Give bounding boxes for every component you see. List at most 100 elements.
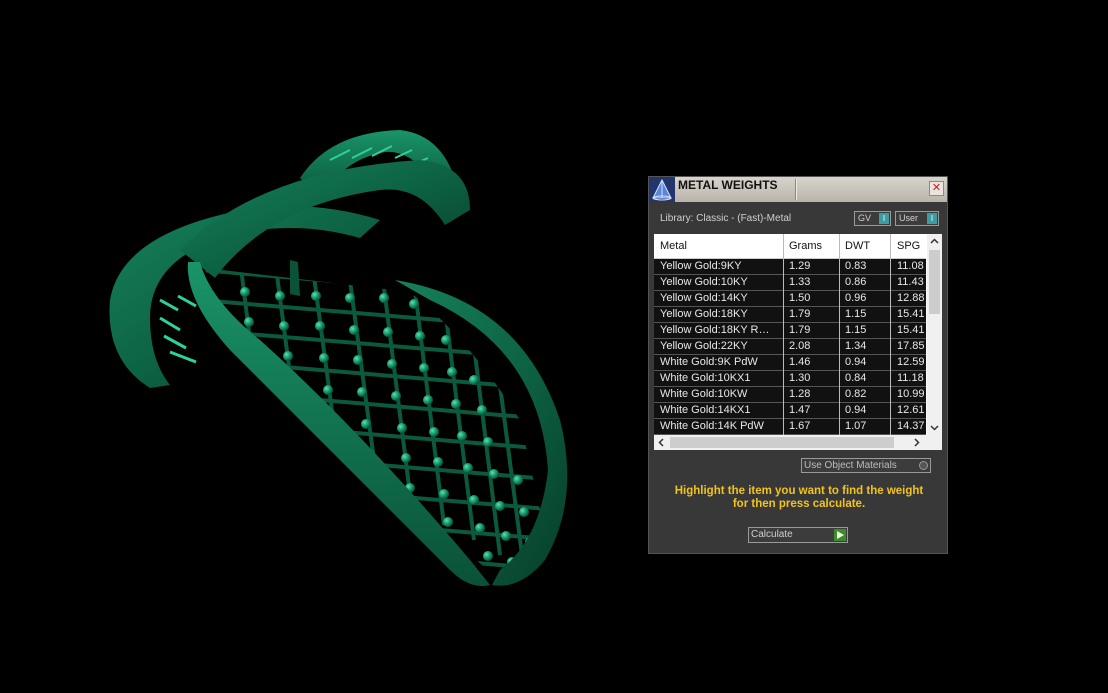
cell-grams: 1.30 <box>789 372 811 384</box>
cell-dwt: 1.34 <box>845 340 867 352</box>
table-row[interactable]: Yellow Gold:18KY R… 1.79 1.15 15.41 <box>654 323 926 339</box>
cell-grams: 1.46 <box>789 356 811 368</box>
cell-grams: 1.79 <box>789 324 811 336</box>
user-toggle[interactable]: User I <box>895 211 939 226</box>
metal-weights-panel: METAL WEIGHTS ✕ Library: Classic - (Fast… <box>648 176 948 554</box>
cell-spg: 15.41 <box>897 308 925 320</box>
table-header: Metal Grams DWT SPG <box>654 234 926 259</box>
cell-spg: 12.59 <box>897 356 925 368</box>
column-header-spg[interactable]: SPG <box>897 240 920 252</box>
cell-dwt: 0.96 <box>845 292 867 304</box>
cell-grams: 1.67 <box>789 420 811 432</box>
cell-grams: 1.33 <box>789 276 811 288</box>
user-toggle-label: User <box>899 213 919 223</box>
column-header-grams[interactable]: Grams <box>789 240 822 252</box>
cell-metal: Yellow Gold:18KY R… <box>660 324 770 336</box>
table-row[interactable]: Yellow Gold:18KY 1.79 1.15 15.41 <box>654 307 926 323</box>
table-row[interactable]: White Gold:9K PdW 1.46 0.94 12.59 <box>654 355 926 371</box>
table-row[interactable]: White Gold:10KW 1.28 0.82 10.99 <box>654 387 926 403</box>
vertical-scrollbar[interactable] <box>927 234 942 435</box>
calculate-label: Calculate <box>751 529 793 540</box>
cell-spg: 15.41 <box>897 324 925 336</box>
column-header-metal[interactable]: Metal <box>660 240 687 252</box>
cell-dwt: 0.94 <box>845 356 867 368</box>
ring-lattice <box>205 268 548 572</box>
cell-metal: White Gold:9K PdW <box>660 356 758 368</box>
pyramid-app-icon <box>649 177 675 202</box>
cell-spg: 11.08 <box>897 260 924 272</box>
horizontal-scroll-thumb[interactable] <box>670 437 894 448</box>
cell-spg: 12.88 <box>897 292 925 304</box>
cell-dwt: 1.07 <box>845 420 867 432</box>
use-object-materials-toggle[interactable]: Use Object Materials <box>801 458 931 473</box>
calculate-button[interactable]: Calculate <box>748 527 848 543</box>
instruction-text: Highlight the item you want to find the … <box>659 485 939 511</box>
close-button[interactable]: ✕ <box>929 181 944 196</box>
metal-table[interactable]: Metal Grams DWT SPG Yellow Gold:9KY 1.29… <box>654 234 942 450</box>
scroll-up-icon[interactable] <box>927 234 942 249</box>
cell-metal: Yellow Gold:22KY <box>660 340 748 352</box>
instruction-line-2: for then press calculate. <box>732 498 866 510</box>
table-row[interactable]: White Gold:14KX1 1.47 0.94 12.61 <box>654 403 926 419</box>
cell-metal: Yellow Gold:14KY <box>660 292 748 304</box>
cell-grams: 1.79 <box>789 308 811 320</box>
column-divider[interactable] <box>783 234 784 435</box>
instruction-line-1: Highlight the item you want to find the … <box>674 485 924 497</box>
cell-grams: 1.28 <box>789 388 811 400</box>
radio-indicator-icon <box>919 461 928 470</box>
column-header-dwt[interactable]: DWT <box>845 240 870 252</box>
table-row[interactable]: Yellow Gold:22KY 2.08 1.34 17.85 <box>654 339 926 355</box>
cell-metal: White Gold:14K PdW <box>660 420 764 432</box>
table-row[interactable]: Yellow Gold:9KY 1.29 0.83 11.08 <box>654 259 926 275</box>
gv-toggle[interactable]: GV I <box>854 211 891 226</box>
ring-model <box>109 130 568 586</box>
cell-grams: 1.29 <box>789 260 811 272</box>
cell-grams: 1.50 <box>789 292 811 304</box>
column-divider[interactable] <box>890 234 891 435</box>
play-arrow-icon <box>834 529 846 541</box>
cell-spg: 11.43 <box>897 276 924 288</box>
scroll-left-icon[interactable] <box>654 435 669 450</box>
cell-dwt: 1.15 <box>845 308 867 320</box>
use-object-materials-label: Use Object Materials <box>804 460 897 471</box>
panel-titlebar[interactable]: METAL WEIGHTS ✕ <box>649 177 947 202</box>
gv-toggle-label: GV <box>858 213 872 223</box>
cell-metal: Yellow Gold:18KY <box>660 308 748 320</box>
cell-dwt: 0.84 <box>845 372 867 384</box>
viewport-3d[interactable] <box>0 0 640 688</box>
scroll-right-icon[interactable] <box>909 435 924 450</box>
close-icon: ✕ <box>931 182 942 194</box>
cell-metal: White Gold:10KW <box>660 388 748 400</box>
table-row[interactable]: Yellow Gold:10KY 1.33 0.86 11.43 <box>654 275 926 291</box>
table-row[interactable]: White Gold:10KX1 1.30 0.84 11.18 <box>654 371 926 387</box>
user-toggle-indicator: I <box>927 213 937 224</box>
table-row[interactable]: Yellow Gold:14KY 1.50 0.96 12.88 <box>654 291 926 307</box>
cell-spg: 14.37 <box>897 420 925 432</box>
cell-spg: 12.61 <box>897 404 925 416</box>
cell-metal: White Gold:14KX1 <box>660 404 751 416</box>
cell-metal: Yellow Gold:9KY <box>660 260 742 272</box>
table-row[interactable]: White Gold:14K PdW 1.67 1.07 14.37 <box>654 419 926 435</box>
cell-grams: 1.47 <box>789 404 811 416</box>
column-divider[interactable] <box>839 234 840 435</box>
cell-dwt: 0.82 <box>845 388 867 400</box>
vertical-scroll-thumb[interactable] <box>929 250 940 314</box>
cell-spg: 11.18 <box>897 372 924 384</box>
panel-title: METAL WEIGHTS <box>678 178 778 192</box>
titlebar-divider <box>795 179 797 200</box>
cell-grams: 2.08 <box>789 340 811 352</box>
library-label: Library: Classic - (Fast)-Metal <box>660 213 792 224</box>
gv-toggle-indicator: I <box>879 213 889 224</box>
cell-dwt: 0.94 <box>845 404 867 416</box>
cell-metal: Yellow Gold:10KY <box>660 276 748 288</box>
cell-metal: White Gold:10KX1 <box>660 372 751 384</box>
horizontal-scrollbar[interactable] <box>654 435 942 450</box>
cell-spg: 17.85 <box>897 340 925 352</box>
scroll-down-icon[interactable] <box>927 420 942 435</box>
ring-left-mesh <box>159 294 197 364</box>
ring-strut <box>290 260 300 296</box>
cell-dwt: 1.15 <box>845 324 867 336</box>
cell-dwt: 0.83 <box>845 260 867 272</box>
cell-dwt: 0.86 <box>845 276 867 288</box>
cell-spg: 10.99 <box>897 388 925 400</box>
